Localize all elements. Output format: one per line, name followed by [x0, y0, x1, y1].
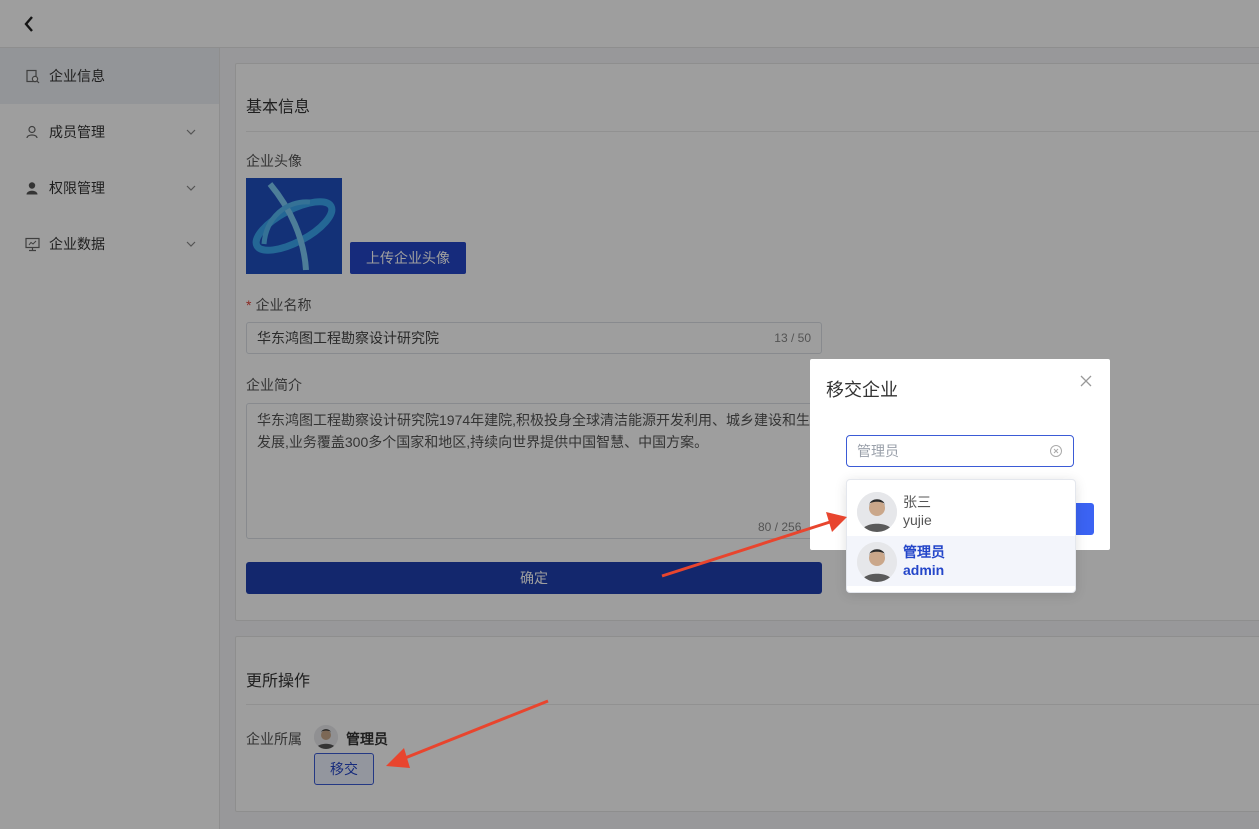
- member-name: 管理员: [903, 544, 945, 560]
- close-icon[interactable]: [1078, 373, 1094, 389]
- clear-icon[interactable]: [1049, 444, 1063, 458]
- member-name: 张三: [903, 494, 931, 510]
- list-item[interactable]: 管理员 admin: [847, 536, 1075, 586]
- avatar: [857, 492, 897, 532]
- member-username: admin: [903, 562, 945, 578]
- avatar: [857, 542, 897, 582]
- list-item[interactable]: 张三 yujie: [847, 486, 1075, 536]
- member-search-value: 管理员: [857, 443, 899, 459]
- member-dropdown: 张三 yujie 管理员 admin: [846, 479, 1076, 593]
- dialog-title: 移交企业: [826, 380, 898, 400]
- member-username: yujie: [903, 512, 932, 528]
- member-search-input[interactable]: 管理员: [846, 435, 1074, 467]
